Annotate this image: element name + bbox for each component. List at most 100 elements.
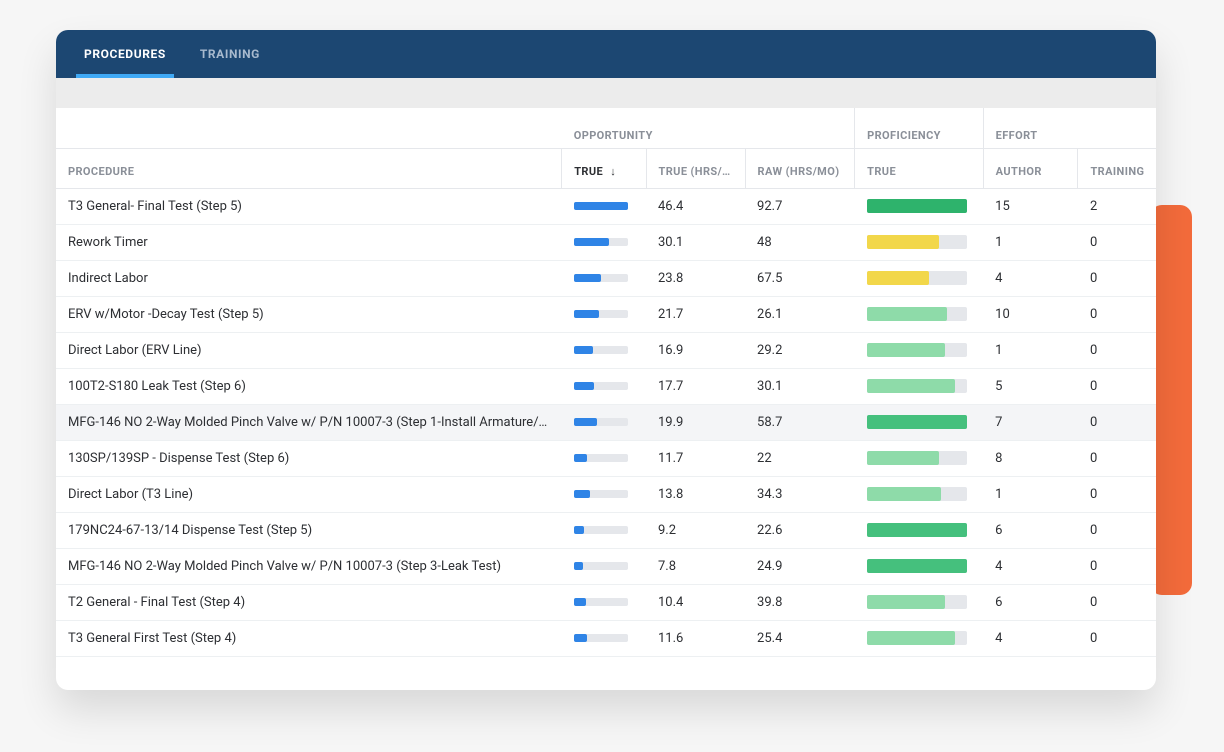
col-true-sort[interactable]: True ↓	[562, 148, 646, 188]
cell-author: 10	[983, 296, 1078, 332]
cell-raw-hrs: 58.7	[745, 404, 855, 440]
tab-training[interactable]: Training	[192, 30, 268, 78]
cell-proficiency	[855, 368, 984, 404]
col-procedure[interactable]: Procedure	[56, 148, 562, 188]
opportunity-bar-fill	[574, 310, 599, 318]
cell-training: 0	[1078, 620, 1156, 656]
cell-training: 0	[1078, 584, 1156, 620]
proficiency-bar-track	[867, 487, 967, 501]
table-row[interactable]: ERV w/Motor -Decay Test (Step 5)21.726.1…	[56, 296, 1156, 332]
cell-proficiency	[855, 224, 984, 260]
opportunity-bar-fill	[574, 490, 590, 498]
cell-author: 4	[983, 260, 1078, 296]
cell-raw-hrs: 29.2	[745, 332, 855, 368]
opportunity-bar-fill	[574, 418, 597, 426]
cell-true-hrs: 13.8	[646, 476, 745, 512]
table-row[interactable]: 179NC24-67-13/14 Dispense Test (Step 5) 9…	[56, 512, 1156, 548]
table-row[interactable]: Indirect Labor23.867.540	[56, 260, 1156, 296]
cell-procedure: MFG-146 NO 2-Way Molded Pinch Valve w/ P…	[56, 404, 562, 440]
opportunity-bar-track	[574, 346, 628, 354]
cell-author: 6	[983, 512, 1078, 548]
cell-opportunity-bar	[562, 476, 646, 512]
cell-raw-hrs: 22	[745, 440, 855, 476]
cell-training: 0	[1078, 404, 1156, 440]
table-row[interactable]: MFG-146 NO 2-Way Molded Pinch Valve w/ P…	[56, 548, 1156, 584]
opportunity-bar-track	[574, 274, 628, 282]
cell-true-hrs: 10.4	[646, 584, 745, 620]
col-training[interactable]: Training	[1078, 148, 1156, 188]
cell-true-hrs: 7.8	[646, 548, 745, 584]
cell-opportunity-bar	[562, 512, 646, 548]
table-row[interactable]: 130SP/139SP - Dispense Test (Step 6)11.7…	[56, 440, 1156, 476]
col-prof-true[interactable]: True	[855, 148, 984, 188]
col-raw-hrs[interactable]: Raw (hrs/mo)	[745, 148, 855, 188]
col-true-label: True	[574, 165, 603, 178]
cell-proficiency	[855, 332, 984, 368]
cell-proficiency	[855, 296, 984, 332]
cell-training: 0	[1078, 512, 1156, 548]
cell-proficiency	[855, 476, 984, 512]
cell-true-hrs: 23.8	[646, 260, 745, 296]
cell-opportunity-bar	[562, 332, 646, 368]
cell-opportunity-bar	[562, 548, 646, 584]
opportunity-bar-track	[574, 382, 628, 390]
opportunity-bar-fill	[574, 346, 594, 354]
opportunity-bar-track	[574, 238, 628, 246]
proficiency-bar-track	[867, 523, 967, 537]
opportunity-bar-fill	[574, 634, 588, 642]
cell-procedure: 130SP/139SP - Dispense Test (Step 6)	[56, 440, 562, 476]
cell-opportunity-bar	[562, 260, 646, 296]
cell-author: 8	[983, 440, 1078, 476]
table-row[interactable]: Direct Labor (T3 Line)13.834.310	[56, 476, 1156, 512]
opportunity-bar-fill	[574, 598, 586, 606]
cell-training: 0	[1078, 296, 1156, 332]
cell-training: 0	[1078, 332, 1156, 368]
table-row[interactable]: Direct Labor (ERV Line)16.929.210	[56, 332, 1156, 368]
col-group-opportunity: Opportunity	[562, 108, 855, 148]
proficiency-bar-fill	[867, 487, 941, 501]
cell-training: 2	[1078, 188, 1156, 224]
table-row[interactable]: Rework Timer30.14810	[56, 224, 1156, 260]
opportunity-bar-track	[574, 454, 628, 462]
cell-training: 0	[1078, 440, 1156, 476]
cell-true-hrs: 30.1	[646, 224, 745, 260]
table-row[interactable]: MFG-146 NO 2-Way Molded Pinch Valve w/ P…	[56, 404, 1156, 440]
cell-true-hrs: 9.2	[646, 512, 745, 548]
table-row[interactable]: T3 General First Test (Step 4)11.625.440	[56, 620, 1156, 656]
cell-opportunity-bar	[562, 620, 646, 656]
opportunity-bar-fill	[574, 202, 628, 210]
cell-true-hrs: 17.7	[646, 368, 745, 404]
table-row[interactable]: T2 General - Final Test (Step 4)10.439.8…	[56, 584, 1156, 620]
col-true-hrs[interactable]: True (hrs/…	[646, 148, 745, 188]
cell-training: 0	[1078, 476, 1156, 512]
cell-procedure: 179NC24-67-13/14 Dispense Test (Step 5)	[56, 512, 562, 548]
sub-bar	[56, 78, 1156, 108]
table-row[interactable]: 100T2-S180 Leak Test (Step 6)17.730.150	[56, 368, 1156, 404]
proficiency-bar-fill	[867, 271, 929, 285]
cell-raw-hrs: 92.7	[745, 188, 855, 224]
col-author[interactable]: Author	[983, 148, 1078, 188]
proficiency-bar-fill	[867, 379, 955, 393]
cell-procedure: Direct Labor (ERV Line)	[56, 332, 562, 368]
table-wrap: Opportunity Proficiency Effort Procedure…	[56, 108, 1156, 657]
proficiency-bar-track	[867, 595, 967, 609]
opportunity-bar-track	[574, 418, 628, 426]
proficiency-bar-track	[867, 451, 967, 465]
opportunity-bar-track	[574, 202, 628, 210]
cell-opportunity-bar	[562, 224, 646, 260]
table-row[interactable]: T3 General- Final Test (Step 5)46.492.71…	[56, 188, 1156, 224]
main-card: Procedures Training Opportunity Proficie…	[56, 30, 1156, 690]
cell-author: 15	[983, 188, 1078, 224]
cell-raw-hrs: 39.8	[745, 584, 855, 620]
proficiency-bar-fill	[867, 307, 947, 321]
opportunity-bar-fill	[574, 274, 602, 282]
tab-procedures[interactable]: Procedures	[76, 30, 174, 78]
cell-training: 0	[1078, 548, 1156, 584]
cell-true-hrs: 21.7	[646, 296, 745, 332]
col-group-proficiency: Proficiency	[855, 108, 984, 148]
cell-procedure: T3 General First Test (Step 4)	[56, 620, 562, 656]
cell-true-hrs: 16.9	[646, 332, 745, 368]
proficiency-bar-track	[867, 415, 967, 429]
opportunity-bar-fill	[574, 526, 585, 534]
cell-author: 1	[983, 224, 1078, 260]
